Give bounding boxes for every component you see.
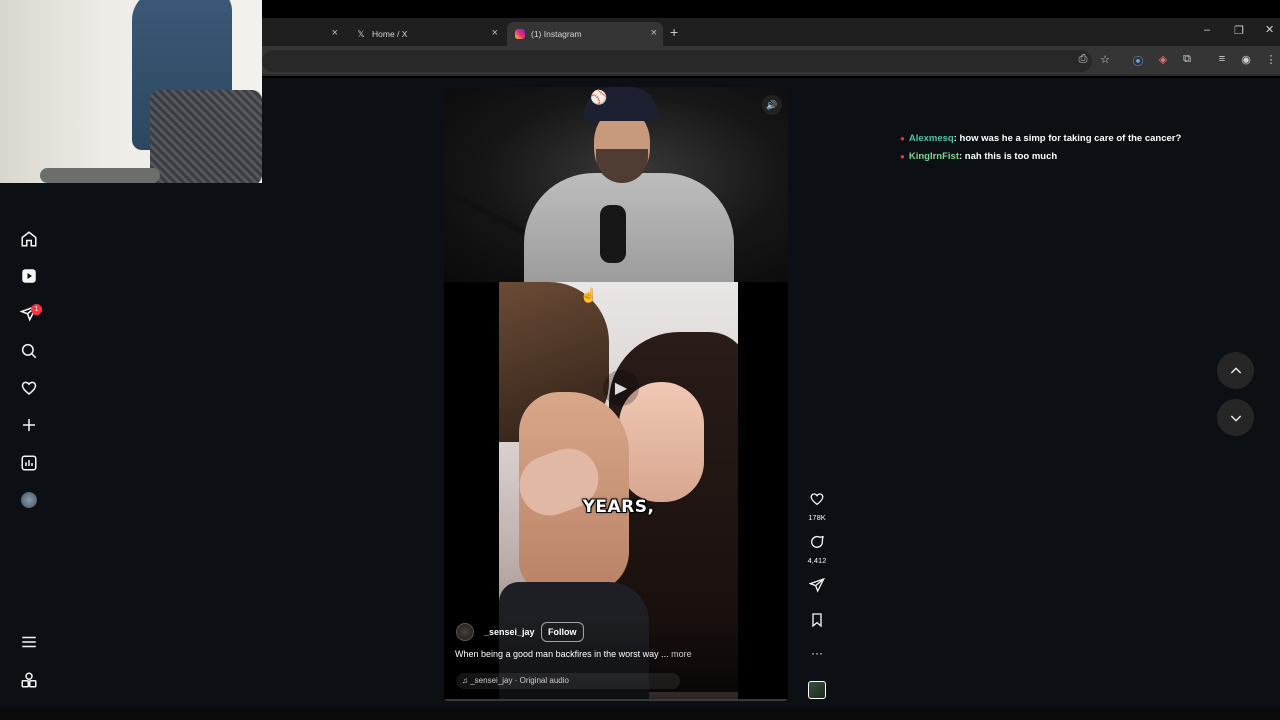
share-icon: [808, 577, 825, 593]
tab-unknown[interactable]: ×: [262, 22, 344, 46]
microphone: [600, 205, 626, 263]
install-app-icon[interactable]: ⎙: [1076, 53, 1090, 66]
video-progress-bar[interactable]: [444, 699, 788, 701]
comment-button[interactable]: 4,412: [806, 534, 828, 565]
heart-icon: [810, 493, 824, 506]
comment-count: 4,412: [807, 556, 827, 565]
restore-icon[interactable]: ❐: [1234, 24, 1244, 37]
reel-player[interactable]: ⚾ 🔊 ▶ YEARS, _sensei_jay Follow When bei…: [444, 87, 788, 701]
extension-audio-icon[interactable]: ⦿: [1131, 53, 1145, 69]
description-text: When being a good man backfires in the w…: [455, 649, 669, 659]
more-link[interactable]: more: [671, 649, 692, 659]
music-note-icon: ♫: [462, 676, 471, 685]
webcam-overlay: [0, 0, 262, 183]
instagram-logo-icon: [515, 29, 525, 39]
search-icon[interactable]: [19, 341, 39, 361]
reels-icon[interactable]: [19, 266, 39, 286]
stream-chat: ● Alexmesq: how was he a simp for taking …: [900, 133, 1181, 169]
audio-thumbnail[interactable]: [808, 681, 826, 699]
chat-username: Alexmesq: [908, 133, 954, 144]
address-bar[interactable]: [262, 50, 1092, 72]
author-avatar[interactable]: [456, 623, 474, 641]
extensions-puzzle-icon[interactable]: ⧉: [1180, 53, 1194, 66]
previous-reel-button[interactable]: [1217, 352, 1254, 389]
video-caption: YEARS,: [582, 497, 655, 517]
audio-link[interactable]: ♫ _sensei_jay · Original audio: [456, 673, 680, 689]
chat-text: : nah this is too much: [958, 151, 1058, 162]
tab-label: Home / X: [372, 29, 408, 39]
comment-icon: [811, 535, 824, 548]
new-tab-button[interactable]: +: [670, 24, 678, 40]
also-from-meta-icon[interactable]: [19, 670, 39, 690]
media-controls-icon[interactable]: ≡: [1215, 53, 1229, 65]
more-menu-icon[interactable]: [19, 632, 39, 652]
bookmark-icon: [812, 613, 822, 628]
webcam-chair: [150, 90, 262, 183]
next-reel-button[interactable]: [1217, 399, 1254, 436]
chevron-up-icon: [1230, 366, 1241, 373]
tab-instagram[interactable]: (1) Instagram ×: [507, 22, 663, 46]
tab-label: (1) Instagram: [531, 29, 582, 39]
profile-avatar[interactable]: [19, 490, 39, 510]
chat-username: KingIrnFist: [908, 151, 959, 162]
reel-video-top: ⚾ 🔊: [444, 87, 788, 283]
create-plus-icon[interactable]: [19, 415, 39, 435]
more-options-icon[interactable]: ···: [806, 646, 828, 660]
save-button[interactable]: [806, 612, 828, 633]
avatar: [21, 492, 37, 508]
home-icon[interactable]: [19, 229, 39, 249]
tab-close-icon[interactable]: ×: [332, 27, 338, 39]
chat-badge-icon: ●: [900, 152, 905, 161]
chevron-down-icon: [1230, 415, 1241, 422]
tab-close-icon[interactable]: ×: [651, 27, 657, 39]
reel-meta: _sensei_jay Follow When being a good man…: [444, 617, 788, 701]
like-count: 178K: [808, 513, 826, 522]
chat-badge-icon: ●: [900, 134, 905, 143]
mouse-cursor-icon: ☝: [580, 287, 598, 303]
volume-icon[interactable]: 🔊: [762, 95, 782, 115]
tab-x-home[interactable]: 𝕏 Home / X ×: [348, 22, 504, 46]
chat-message: ● Alexmesq: how was he a simp for taking …: [900, 133, 1181, 151]
webcam-floor: [40, 168, 160, 183]
close-window-icon[interactable]: ✕: [1265, 23, 1274, 36]
heart-icon[interactable]: [19, 378, 39, 398]
dashboard-icon[interactable]: [19, 453, 39, 473]
play-icon[interactable]: ▶: [603, 370, 639, 406]
share-button[interactable]: [806, 577, 828, 598]
audio-label: _sensei_jay · Original audio: [470, 676, 569, 685]
screen-bottom-bar: [0, 708, 1280, 720]
x-logo-icon: 𝕏: [357, 28, 365, 39]
profile-avatar-icon[interactable]: ◉: [1239, 53, 1253, 66]
reel-description: When being a good man backfires in the w…: [455, 649, 692, 659]
minimize-icon[interactable]: –: [1204, 24, 1210, 36]
like-button[interactable]: 178K: [806, 491, 828, 522]
bookmark-star-icon[interactable]: ☆: [1098, 53, 1112, 66]
extension-shield-icon[interactable]: ◈: [1156, 53, 1170, 66]
tab-close-icon[interactable]: ×: [492, 27, 498, 39]
browser-menu-icon[interactable]: ⋮: [1264, 53, 1278, 66]
follow-button[interactable]: Follow: [541, 622, 584, 642]
creator-hoodie: [524, 173, 734, 283]
notification-badge: 1: [31, 304, 42, 315]
chat-text: : how was he a simp for taking care of t…: [953, 133, 1182, 144]
cap-logo: ⚾: [590, 89, 608, 105]
chat-message: ● KingIrnFist: nah this is too much: [900, 151, 1181, 169]
author-name[interactable]: _sensei_jay: [484, 627, 535, 637]
